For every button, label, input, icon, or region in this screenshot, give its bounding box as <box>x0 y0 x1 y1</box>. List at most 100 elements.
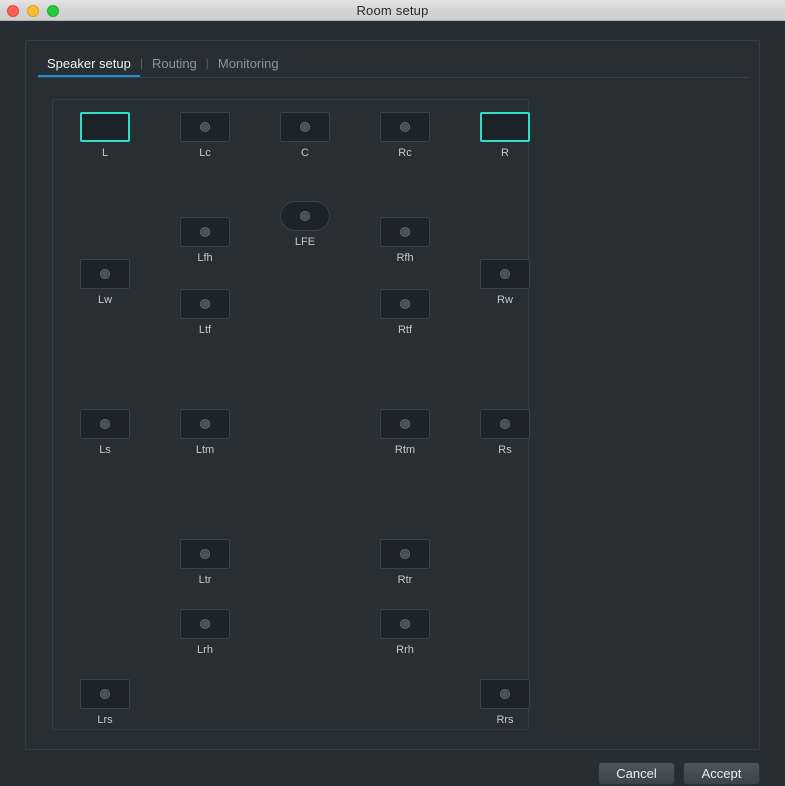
speaker-cell-lw[interactable]: Lw <box>80 259 130 306</box>
speaker-label: Ltf <box>198 324 212 336</box>
speaker-box-rc[interactable] <box>380 112 430 142</box>
speaker-cell-lrs[interactable]: Lrs <box>80 679 130 726</box>
speaker-box-l[interactable] <box>80 112 130 142</box>
speaker-dot-icon <box>200 419 210 429</box>
speaker-dot-icon <box>200 619 210 629</box>
speaker-dot-icon <box>200 299 210 309</box>
speaker-cell-rs[interactable]: Rs <box>480 409 530 456</box>
speaker-label: Rs <box>498 444 512 456</box>
footer-divider <box>25 749 760 750</box>
speaker-label: Rtr <box>397 574 413 586</box>
speaker-label: Lw <box>97 294 113 306</box>
speaker-box-rrs[interactable] <box>480 679 530 709</box>
speaker-dot-icon <box>500 419 510 429</box>
speaker-box-lfe[interactable] <box>280 201 330 231</box>
speaker-dot-icon <box>400 122 410 132</box>
speaker-label: LFE <box>294 236 316 248</box>
speaker-cell-rfh[interactable]: Rfh <box>380 217 430 264</box>
speaker-dot-icon <box>400 299 410 309</box>
speaker-dot-icon <box>300 122 310 132</box>
tab-routing[interactable]: Routing <box>143 56 206 78</box>
speaker-cell-ls[interactable]: Ls <box>80 409 130 456</box>
speaker-box-rtm[interactable] <box>380 409 430 439</box>
speaker-box-lw[interactable] <box>80 259 130 289</box>
speaker-dot-icon <box>400 619 410 629</box>
speaker-box-ltm[interactable] <box>180 409 230 439</box>
speaker-cell-lc[interactable]: Lc <box>180 112 230 159</box>
speaker-grid: L Lc C Rc R LFE Lfh Rfh Lw Rw Ltf Rtf Ls Ltm Rtm Rs Ltr R… <box>53 100 530 729</box>
maximize-window-icon[interactable] <box>47 4 59 17</box>
speaker-dot-icon <box>400 419 410 429</box>
speaker-box-rs[interactable] <box>480 409 530 439</box>
cancel-button[interactable]: Cancel <box>598 762 675 785</box>
speaker-label: Rrs <box>496 714 514 726</box>
speaker-dot-icon <box>500 269 510 279</box>
speaker-box-c[interactable] <box>280 112 330 142</box>
speaker-box-rrh[interactable] <box>380 609 430 639</box>
speaker-cell-ltm[interactable]: Ltm <box>180 409 230 456</box>
minimize-window-icon[interactable] <box>27 4 39 17</box>
speaker-cell-lrh[interactable]: Lrh <box>180 609 230 656</box>
tab-monitoring[interactable]: Monitoring <box>209 56 288 78</box>
window-controls <box>7 0 59 21</box>
speaker-box-rtr[interactable] <box>380 539 430 569</box>
speaker-box-ls[interactable] <box>80 409 130 439</box>
speaker-label: Ltr <box>198 574 212 586</box>
speaker-box-rw[interactable] <box>480 259 530 289</box>
speaker-cell-rtf[interactable]: Rtf <box>380 289 430 336</box>
tab-bar-divider <box>38 77 749 78</box>
tab-list: Speaker setup | Routing | Monitoring <box>26 56 288 78</box>
speaker-label: R <box>501 147 509 159</box>
speaker-box-rtf[interactable] <box>380 289 430 319</box>
window-title: Room setup <box>356 2 429 18</box>
speaker-cell-c[interactable]: C <box>280 112 330 159</box>
speaker-cell-rtr[interactable]: Rtr <box>380 539 430 586</box>
speaker-cell-ltf[interactable]: Ltf <box>180 289 230 336</box>
speaker-box-lrs[interactable] <box>80 679 130 709</box>
speaker-dot-icon <box>300 211 310 221</box>
speaker-label: Rtm <box>394 444 416 456</box>
speaker-dot-icon <box>200 549 210 559</box>
speaker-cell-rw[interactable]: Rw <box>480 259 530 306</box>
speaker-cell-l[interactable]: L <box>80 112 130 159</box>
content-frame: Speaker setup | Routing | Monitoring L Lc C Rc R… <box>25 40 760 750</box>
speaker-dot-icon <box>100 269 110 279</box>
speaker-dot-icon <box>200 122 210 132</box>
speaker-label: L <box>101 147 109 159</box>
speaker-cell-rrs[interactable]: Rrs <box>480 679 530 726</box>
speaker-label: C <box>301 147 309 159</box>
room-setup-dialog: Room setup Speaker setup | Routing | Monitor… <box>0 0 785 786</box>
speaker-box-rfh[interactable] <box>380 217 430 247</box>
speaker-label: Rrh <box>396 644 414 656</box>
speaker-box-ltf[interactable] <box>180 289 230 319</box>
tab-bar: Speaker setup | Routing | Monitoring <box>26 41 761 78</box>
speaker-label: Lrs <box>97 714 113 726</box>
speaker-dot-icon <box>100 419 110 429</box>
dialog-footer: Cancel Accept <box>598 762 760 785</box>
speaker-cell-rtm[interactable]: Rtm <box>380 409 430 456</box>
speaker-cell-rc[interactable]: Rc <box>380 112 430 159</box>
speaker-cell-r[interactable]: R <box>480 112 530 159</box>
speaker-label: Rfh <box>396 252 414 264</box>
speaker-dot-icon <box>400 227 410 237</box>
speaker-dot-icon <box>200 227 210 237</box>
speaker-label: Lc <box>199 147 211 159</box>
speaker-cell-lfe[interactable]: LFE <box>280 201 330 248</box>
speaker-box-lrh[interactable] <box>180 609 230 639</box>
accept-button[interactable]: Accept <box>683 762 760 785</box>
close-window-icon[interactable] <box>7 4 19 17</box>
speaker-label: Lrh <box>197 644 213 656</box>
speaker-box-r[interactable] <box>480 112 530 142</box>
speaker-cell-ltr[interactable]: Ltr <box>180 539 230 586</box>
speaker-cell-lfh[interactable]: Lfh <box>180 217 230 264</box>
window-titlebar: Room setup <box>0 0 785 21</box>
speaker-label: Ltm <box>195 444 215 456</box>
speaker-cell-rrh[interactable]: Rrh <box>380 609 430 656</box>
dialog-body: Speaker setup | Routing | Monitoring L Lc C Rc R… <box>0 21 785 786</box>
speaker-dot-icon <box>400 549 410 559</box>
speaker-label: Rtf <box>397 324 413 336</box>
speaker-box-lc[interactable] <box>180 112 230 142</box>
tab-speaker-setup[interactable]: Speaker setup <box>38 56 140 78</box>
speaker-box-lfh[interactable] <box>180 217 230 247</box>
speaker-box-ltr[interactable] <box>180 539 230 569</box>
